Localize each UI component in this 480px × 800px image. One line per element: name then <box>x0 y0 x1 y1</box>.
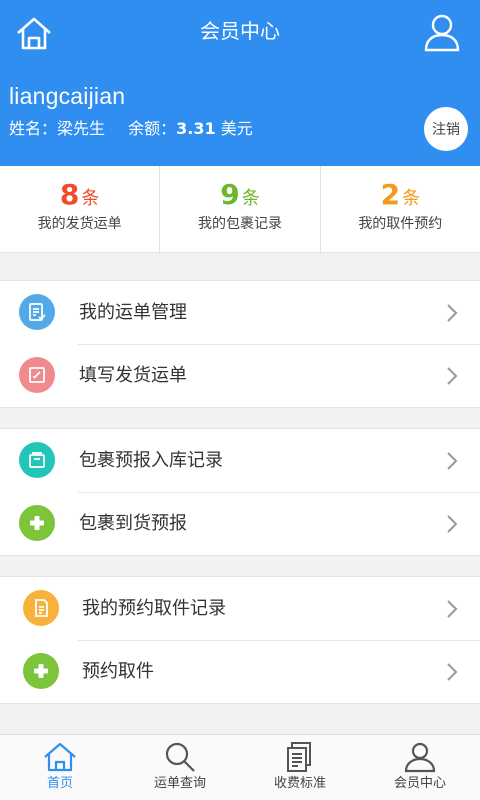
chevron-right-icon <box>447 600 458 618</box>
menu-item-label: 预约取件 <box>82 661 154 682</box>
stat-pickups[interactable]: 2条 我的取件预约 <box>321 166 480 252</box>
balance-label: 余额： <box>128 119 177 138</box>
tab-label: 收费标准 <box>273 776 326 791</box>
name-value: 梁先生 <box>57 119 106 138</box>
bottom-tab-bar: 首页 运单查询 收费标准 会员中心 <box>0 734 480 800</box>
stat-label: 我的取件预约 <box>358 216 443 232</box>
tab-label: 会员中心 <box>393 776 446 791</box>
menu-item-label: 我的运单管理 <box>79 302 187 323</box>
balance-unit: 美元 <box>220 119 253 138</box>
tab-waybill-query[interactable]: 运单查询 <box>120 735 240 800</box>
documents-icon <box>287 742 311 772</box>
menu-item-package-records[interactable]: 包裹预报入库记录 <box>0 429 480 492</box>
tab-label: 运单查询 <box>153 776 206 791</box>
package-icon <box>19 442 55 478</box>
menu-item-waybill-manage[interactable]: 我的运单管理 <box>0 281 480 344</box>
stat-label: 我的包裹记录 <box>197 216 282 232</box>
stat-packages[interactable]: 9条 我的包裹记录 <box>160 166 321 252</box>
chevron-right-icon <box>447 304 458 322</box>
chevron-right-icon <box>447 367 458 385</box>
tab-label: 首页 <box>46 776 73 791</box>
chevron-right-icon <box>447 452 458 470</box>
tab-member-center[interactable]: 会员中心 <box>360 735 480 800</box>
menu-item-new-waybill[interactable]: 填写发货运单 <box>0 344 480 407</box>
search-icon <box>165 742 195 772</box>
name-label: 姓名： <box>9 119 58 138</box>
stats-bar: 8条 我的发货运单 9条 我的包裹记录 2条 我的取件预约 <box>0 166 480 253</box>
menu-group-packages: 包裹预报入库记录 包裹到货预报 <box>0 428 480 556</box>
menu-item-label: 填写发货运单 <box>79 365 187 386</box>
document-icon <box>23 590 59 626</box>
stat-unit: 条 <box>241 188 260 209</box>
menu-item-package-arrival[interactable]: 包裹到货预报 <box>0 492 480 555</box>
user-info: 姓名：梁先生 余额：3.31 美元 <box>9 118 253 140</box>
stat-count: 9 <box>220 178 240 211</box>
user-icon <box>404 742 436 773</box>
plus-icon <box>23 653 59 689</box>
menu-group-pickups: 我的预约取件记录 预约取件 <box>0 576 480 704</box>
plus-icon <box>19 505 55 541</box>
tab-home[interactable]: 首页 <box>0 735 120 800</box>
menu-item-pickup-records[interactable]: 我的预约取件记录 <box>0 577 480 640</box>
menu-item-label: 包裹到货预报 <box>79 513 187 534</box>
menu-item-label: 我的预约取件记录 <box>82 598 226 619</box>
user-icon[interactable] <box>422 12 462 52</box>
chevron-right-icon <box>447 515 458 533</box>
header-bar: 会员中心 liangcaijian 姓名：梁先生 余额：3.31 美元 注销 <box>0 0 480 166</box>
logout-button[interactable]: 注销 <box>424 107 468 151</box>
username: liangcaijian <box>9 83 126 109</box>
waybill-icon <box>19 294 55 330</box>
balance-value: 3.31 <box>176 119 216 138</box>
stat-shipments[interactable]: 8条 我的发货运单 <box>0 166 161 252</box>
edit-icon <box>19 357 55 393</box>
stat-label: 我的发货运单 <box>37 216 122 232</box>
stat-unit: 条 <box>81 188 100 209</box>
home-icon <box>44 742 76 772</box>
menu-group-waybills: 我的运单管理 填写发货运单 <box>0 280 480 408</box>
stat-count: 8 <box>59 178 80 211</box>
tab-pricing[interactable]: 收费标准 <box>240 735 360 800</box>
chevron-right-icon <box>447 663 458 681</box>
stat-unit: 条 <box>402 188 421 209</box>
stat-count: 2 <box>380 178 401 211</box>
page-title: 会员中心 <box>200 19 280 43</box>
menu-item-book-pickup[interactable]: 预约取件 <box>0 640 480 703</box>
menu-item-label: 包裹预报入库记录 <box>79 450 223 471</box>
